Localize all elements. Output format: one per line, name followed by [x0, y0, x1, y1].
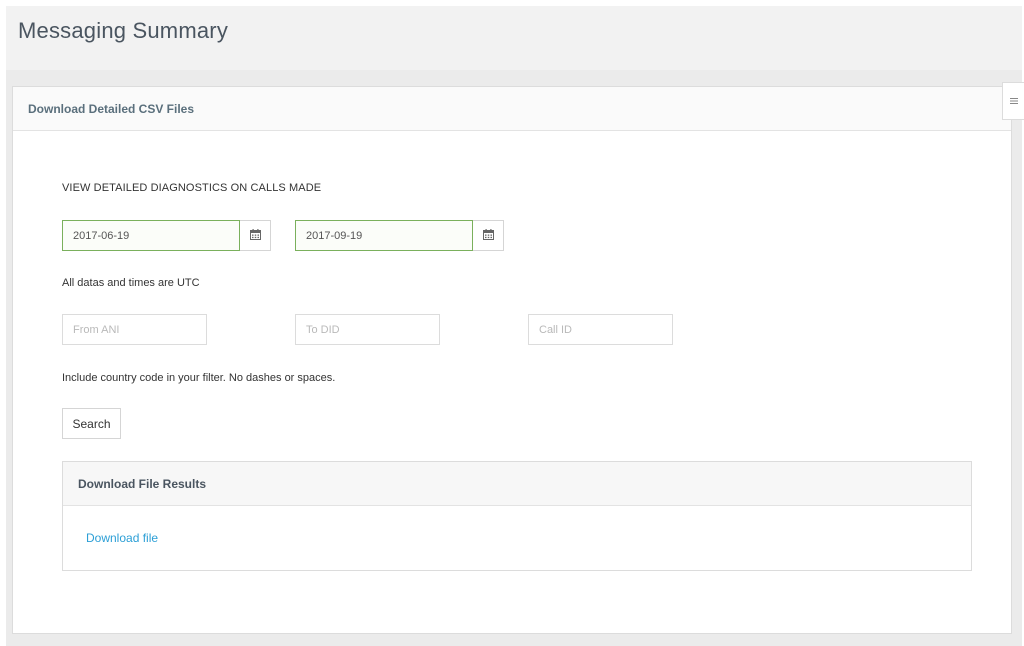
- end-date-input[interactable]: [295, 220, 473, 251]
- start-date-input[interactable]: [62, 220, 240, 251]
- start-date-group: [62, 220, 271, 251]
- filter-help-text: Include country code in your filter. No …: [62, 372, 336, 384]
- to-did-input[interactable]: [295, 314, 440, 345]
- panel-title: Download Detailed CSV Files: [28, 101, 195, 116]
- timezone-note: All datas and times are UTC: [62, 277, 200, 289]
- end-date-group: [295, 220, 504, 251]
- download-results-panel: Download File Results Download file: [62, 461, 972, 571]
- panel-heading: Download Detailed CSV Files: [13, 87, 1011, 131]
- page-title: Messaging Summary: [18, 18, 229, 43]
- results-heading: Download File Results: [63, 462, 971, 506]
- from-ani-input[interactable]: [62, 314, 207, 345]
- call-id-input[interactable]: [528, 314, 673, 345]
- calendar-icon: [482, 227, 494, 245]
- results-title: Download File Results: [78, 476, 207, 491]
- menu-icon: [1009, 97, 1018, 105]
- diagnostics-heading: VIEW DETAILED DIAGNOSTICS ON CALLS MADE: [62, 182, 322, 194]
- download-file-link[interactable]: Download file: [86, 531, 158, 545]
- calendar-icon: [249, 227, 261, 245]
- start-date-calendar-button[interactable]: [240, 220, 271, 251]
- search-button[interactable]: Search: [62, 408, 121, 439]
- side-menu-toggle[interactable]: [1002, 82, 1024, 120]
- end-date-calendar-button[interactable]: [473, 220, 504, 251]
